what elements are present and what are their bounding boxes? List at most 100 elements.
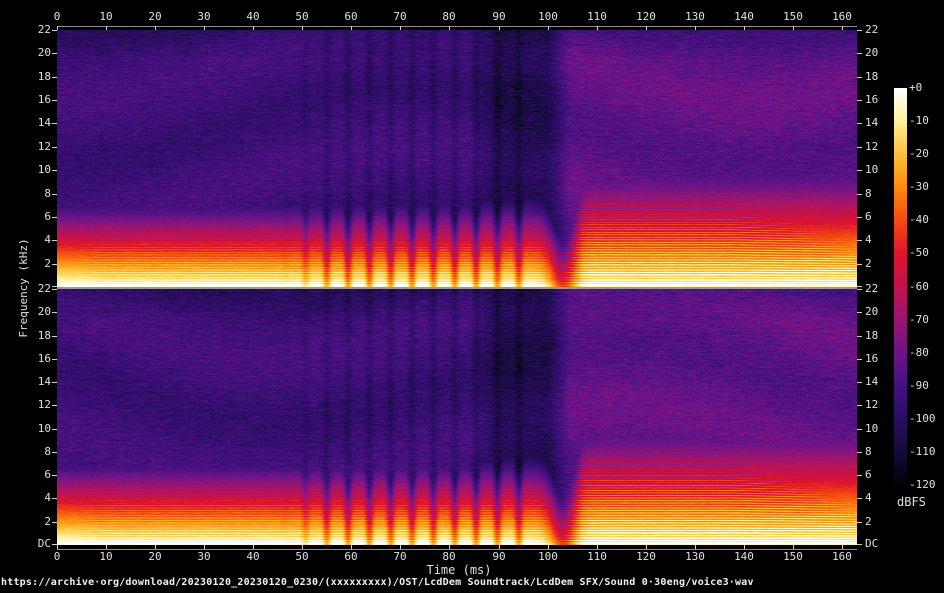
freq-tick-label: 8	[865, 187, 872, 200]
freq-tick-mark	[857, 312, 862, 313]
freq-tick-mark	[857, 429, 862, 430]
freq-tick-label: 12	[865, 140, 879, 153]
time-tick-label: 50	[295, 10, 309, 23]
freq-dc-tick-mark	[857, 544, 862, 545]
freq-tick-mark	[52, 405, 57, 406]
freq-tick-label: 16	[865, 352, 879, 365]
freq-tick-mark	[857, 100, 862, 101]
time-tick-label: 110	[587, 10, 607, 23]
freq-tick-mark	[857, 452, 862, 453]
time-tick-mark	[155, 26, 156, 30]
time-tick-mark	[302, 545, 303, 549]
freq-tick-label: 14	[865, 116, 879, 129]
time-tick-label: 160	[832, 550, 852, 563]
freq-tick-mark	[857, 170, 862, 171]
time-tick-label: 80	[442, 550, 456, 563]
time-tick-mark	[106, 545, 107, 549]
time-tick-label: 100	[538, 10, 558, 23]
x-axis-title: Time (ms)	[426, 563, 492, 577]
freq-tick-mark	[52, 359, 57, 360]
time-tick-mark	[744, 26, 745, 30]
colorbar-unit-label: dBFS	[897, 495, 926, 509]
spectrogram-channel-1	[57, 289, 857, 545]
freq-tick-mark	[52, 217, 57, 218]
time-tick-label: 10	[99, 10, 113, 23]
time-tick-mark	[351, 26, 352, 30]
freq-tick-mark	[857, 475, 862, 476]
freq-tick-mark	[857, 77, 862, 78]
freq-tick-mark	[52, 336, 57, 337]
time-tick-label: 80	[442, 10, 456, 23]
colorbar-tick-label: -30	[909, 180, 929, 194]
freq-tick-label: 4	[865, 491, 872, 504]
freq-tick-mark	[857, 289, 862, 290]
time-tick-label: 70	[393, 10, 407, 23]
time-tick-label: 90	[492, 10, 506, 23]
freq-tick-mark	[857, 359, 862, 360]
freq-tick-label: 12	[37, 140, 51, 153]
freq-tick-label: 14	[37, 375, 51, 388]
time-tick-mark	[548, 545, 549, 549]
time-tick-label: 40	[246, 550, 260, 563]
freq-tick-mark	[52, 498, 57, 499]
time-tick-label: 20	[148, 550, 162, 563]
freq-tick-label: 16	[37, 93, 51, 106]
time-tick-label: 70	[393, 550, 407, 563]
freq-tick-label: 12	[37, 398, 51, 411]
time-tick-label: 110	[587, 550, 607, 563]
freq-tick-mark	[857, 405, 862, 406]
freq-tick-label: 20	[865, 305, 879, 318]
freq-tick-label: 18	[865, 70, 879, 83]
time-tick-mark	[449, 545, 450, 549]
freq-tick-mark	[52, 77, 57, 78]
time-tick-label: 30	[197, 550, 211, 563]
freq-dc-tick-mark	[52, 286, 57, 287]
colorbar-tick-label: -20	[909, 147, 929, 161]
freq-tick-mark	[857, 240, 862, 241]
freq-tick-mark	[857, 147, 862, 148]
freq-tick-label: 20	[37, 46, 51, 59]
time-tick-label: 60	[344, 10, 358, 23]
time-tick-mark	[597, 545, 598, 549]
colorbar-tick-label: -60	[909, 279, 929, 293]
freq-tick-label: 6	[865, 210, 872, 223]
time-tick-mark	[351, 545, 352, 549]
freq-tick-label: 2	[865, 257, 872, 270]
freq-tick-label: 22	[865, 23, 879, 36]
freq-tick-mark	[52, 382, 57, 383]
freq-tick-label: 6	[865, 468, 872, 481]
time-tick-label: 160	[832, 10, 852, 23]
dbfs-colorbar	[894, 88, 907, 485]
colorbar-tick-label: -100	[909, 411, 936, 425]
freq-tick-mark	[52, 53, 57, 54]
time-tick-mark	[695, 545, 696, 549]
time-tick-mark	[744, 545, 745, 549]
top-axis-line	[57, 26, 857, 27]
freq-tick-label: 6	[44, 468, 51, 481]
freq-dc-tick-mark	[52, 544, 57, 545]
time-tick-label: 130	[685, 10, 705, 23]
time-tick-mark	[499, 26, 500, 30]
freq-tick-mark	[52, 264, 57, 265]
freq-tick-label: 2	[865, 515, 872, 528]
freq-tick-mark	[52, 475, 57, 476]
freq-tick-mark	[857, 522, 862, 523]
time-tick-mark	[204, 545, 205, 549]
time-tick-mark	[400, 26, 401, 30]
freq-tick-label: 18	[37, 70, 51, 83]
freq-dc-label: DC	[37, 537, 51, 550]
time-tick-mark	[253, 26, 254, 30]
time-tick-label: 50	[295, 550, 309, 563]
freq-tick-label: 10	[865, 422, 879, 435]
freq-tick-mark	[857, 123, 862, 124]
freq-tick-label: 22	[37, 23, 51, 36]
time-tick-label: 140	[734, 10, 754, 23]
freq-tick-mark	[857, 194, 862, 195]
time-tick-mark	[842, 545, 843, 549]
colorbar-tick-label: -110	[909, 444, 936, 458]
time-tick-label: 60	[344, 550, 358, 563]
freq-tick-label: 10	[37, 163, 51, 176]
time-tick-label: 20	[148, 10, 162, 23]
time-tick-label: 140	[734, 550, 754, 563]
freq-tick-mark	[857, 382, 862, 383]
